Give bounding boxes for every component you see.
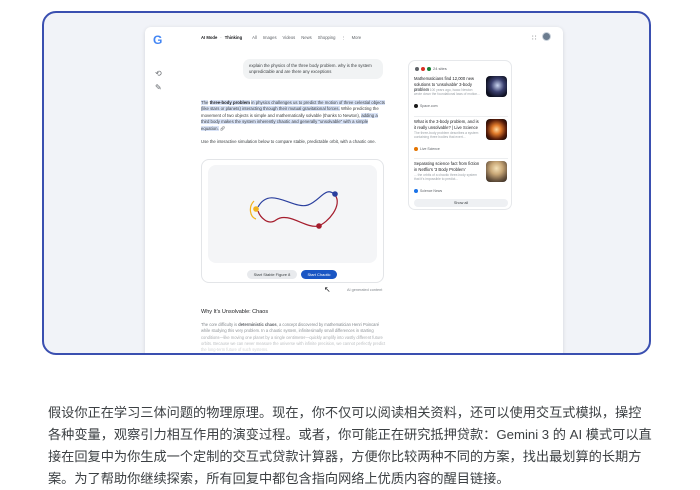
bottom-fade bbox=[185, 327, 405, 353]
sim-intro: Use the interactive simulation below to … bbox=[201, 139, 376, 144]
source-favicon-icon bbox=[415, 66, 419, 71]
show-all-button[interactable]: Show all bbox=[414, 199, 508, 207]
orbit-path-blue bbox=[257, 191, 336, 208]
section-title: Why It's Unsolvable: Chaos bbox=[201, 309, 269, 315]
source-item[interactable]: Separating science fact from fiction in … bbox=[414, 161, 508, 197]
source-site-label: Space.com bbox=[420, 104, 438, 108]
new-chat-icon[interactable]: ✎ bbox=[155, 83, 162, 92]
nav-shopping[interactable]: Shopping bbox=[318, 35, 336, 40]
body-red bbox=[316, 223, 322, 229]
source-site-label: Live Science bbox=[420, 147, 440, 151]
source-snippet: ... the orbits of a chaotic three-body s… bbox=[414, 173, 478, 182]
source-item[interactable]: What is the 3-body problem, and is it re… bbox=[414, 119, 508, 155]
orbit-path-red bbox=[257, 194, 338, 227]
site-favicon-icon bbox=[414, 147, 418, 151]
simulation-canvas[interactable] bbox=[208, 165, 377, 263]
mouse-cursor-icon: ↖ bbox=[324, 285, 331, 294]
start-chaotic-button[interactable]: Start Chaotic bbox=[301, 270, 337, 279]
user-message: explain the physics of the three body pr… bbox=[243, 59, 383, 80]
nav-news[interactable]: News bbox=[301, 35, 311, 40]
nav-separator-icon: · bbox=[220, 35, 222, 40]
divider bbox=[414, 116, 508, 117]
google-logo[interactable]: G bbox=[153, 33, 162, 47]
caption-text: 假设你正在学习三体问题的物理原理。现在，你不仅可以阅读相关资料，还可以使用交互式… bbox=[48, 405, 652, 486]
nav-videos[interactable]: Videos bbox=[283, 35, 296, 40]
orbit-diagram bbox=[249, 191, 338, 229]
source-snippet: More than 100 years ago, Isaac Newton wr… bbox=[414, 88, 480, 97]
source-site: Space.com bbox=[414, 104, 438, 108]
source-favicon-icon bbox=[421, 66, 425, 71]
answer-bold-term: three-body problem bbox=[209, 100, 250, 105]
source-title[interactable]: What is the 3-body problem, and is it re… bbox=[414, 119, 480, 130]
link-icon[interactable]: 🔗︎ bbox=[220, 126, 225, 131]
nav-all[interactable]: All bbox=[252, 35, 257, 40]
source-site: Science News bbox=[414, 189, 442, 193]
apps-grid-icon[interactable]: ∷ bbox=[532, 34, 536, 42]
body-yellow bbox=[253, 206, 259, 212]
answer-paragraph: The three-body problem in physics challe… bbox=[201, 100, 386, 132]
simulation-card: Start Stable Figure 8 Start Chaotic bbox=[201, 159, 384, 283]
nav-thinking[interactable]: Thinking bbox=[225, 35, 242, 40]
sources-panel: 24 sites Mathematicians find 12,000 new … bbox=[408, 60, 512, 210]
source-thumbnail[interactable] bbox=[486, 161, 507, 182]
history-icon[interactable]: ⟲ bbox=[155, 69, 162, 78]
top-nav: AI Mode · Thinking All Images Videos New… bbox=[201, 35, 361, 40]
left-rail: G ⟲ ✎ bbox=[145, 27, 173, 353]
ai-generated-label: AI generated content bbox=[347, 288, 383, 292]
browser-window: G ⟲ ✎ AI Mode · Thinking All Images Vide… bbox=[145, 27, 563, 353]
start-stable-button[interactable]: Start Stable Figure 8 bbox=[247, 270, 297, 279]
more-dots-icon: ⋮ bbox=[341, 35, 346, 40]
nav-images[interactable]: Images bbox=[263, 35, 277, 40]
divider bbox=[414, 158, 508, 159]
source-thumbnail[interactable] bbox=[486, 119, 507, 140]
sources-count: 24 sites bbox=[415, 66, 447, 71]
source-item[interactable]: Mathematicians find 12,000 new solutions… bbox=[414, 76, 508, 112]
source-thumbnail[interactable] bbox=[486, 76, 507, 97]
nav-ai-mode[interactable]: AI Mode bbox=[201, 35, 217, 40]
source-site-label: Science News bbox=[420, 189, 443, 193]
site-favicon-icon bbox=[414, 189, 418, 193]
source-site: Live Science bbox=[414, 147, 440, 151]
answer-intro: The bbox=[201, 100, 209, 105]
source-snippet: The three-body problem describes a syste… bbox=[414, 131, 479, 140]
body-blue bbox=[332, 191, 338, 197]
source-favicon-icon bbox=[427, 66, 431, 71]
screenshot-frame: G ⟲ ✎ AI Mode · Thinking All Images Vide… bbox=[42, 11, 651, 355]
source-title[interactable]: Separating science fact from fiction in … bbox=[414, 161, 480, 172]
sources-count-label: 24 sites bbox=[433, 66, 447, 71]
site-favicon-icon bbox=[414, 104, 418, 108]
avatar[interactable] bbox=[542, 32, 551, 41]
nav-more[interactable]: More bbox=[352, 35, 362, 40]
